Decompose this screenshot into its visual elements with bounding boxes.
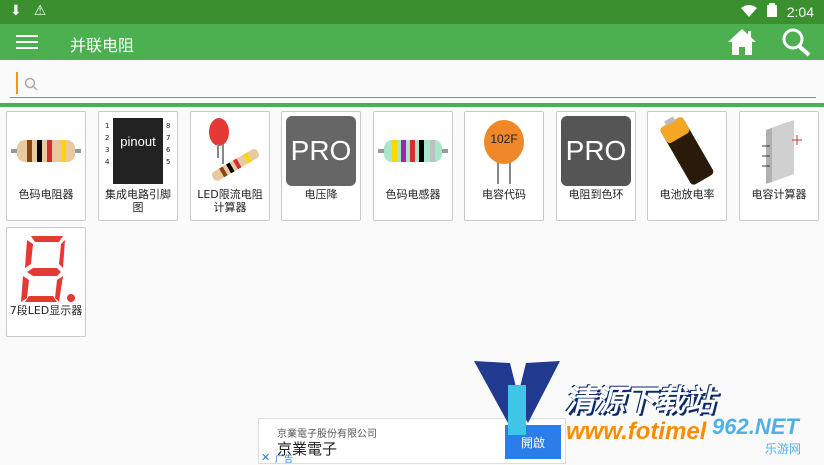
search-row (0, 60, 824, 106)
capacitor-calc-icon (744, 116, 814, 186)
tile-label: 电容代码 (482, 188, 526, 201)
svg-text:1: 1 (105, 122, 109, 130)
ad-close-icon[interactable]: ✕ (261, 451, 270, 464)
home-icon[interactable] (726, 27, 758, 57)
svg-text:5: 5 (166, 158, 170, 166)
search-input[interactable] (44, 72, 804, 94)
watermark-sub: 乐游网 (765, 442, 802, 456)
battery-status-icon (766, 3, 777, 20)
tile-label: 集成电路引脚图 (105, 188, 171, 214)
svg-text:2: 2 (105, 134, 109, 142)
tile-label: 色码电阻器 (18, 188, 74, 201)
tile-battery-discharge[interactable]: 电池放电率 (647, 111, 727, 221)
search-icon[interactable] (780, 27, 812, 57)
pinout-text: pinout (120, 134, 156, 149)
watermark-url: www.fotimel (566, 418, 707, 445)
page-title: 并联电阻 (70, 36, 135, 55)
svg-text:6: 6 (166, 146, 171, 154)
green-divider (0, 103, 824, 107)
pro-badge: PRO (286, 116, 356, 186)
tile-color-code-inductor[interactable]: 色码电感器 (373, 111, 453, 221)
battery-icon (652, 116, 722, 186)
watermark-title: 清源下载站 (565, 385, 715, 418)
warning-icon: ⚠ (33, 3, 47, 19)
tile-label: 电阻到色环 (568, 188, 624, 201)
voltage-drop-icon: PRO (286, 116, 356, 186)
tile-capacitor-code[interactable]: 102F 电容代码 (464, 111, 544, 221)
tile-ic-pinout[interactable]: 1 2 3 4 8 7 6 5 pinout 集成电路引脚图 (98, 111, 178, 221)
svg-text:7: 7 (166, 134, 170, 142)
wifi-icon (740, 4, 757, 20)
tile-label: LED限流电阻计算器 (197, 188, 263, 214)
tile-resistor-to-color[interactable]: PRO 电阻到色环 (556, 111, 636, 221)
svg-text:4: 4 (105, 158, 110, 166)
watermark-num: 962.NET (712, 414, 799, 439)
capacitor-code-text: 102F (490, 132, 518, 146)
tile-led-resistor[interactable]: LED限流电阻计算器 (190, 111, 270, 221)
tile-voltage-drop[interactable]: PRO 电压降 (281, 111, 361, 221)
svg-text:8: 8 (166, 122, 170, 130)
tile-capacitor-calculator[interactable]: 电容计算器 (739, 111, 819, 221)
text-caret (16, 72, 18, 94)
tile-seven-segment[interactable]: 7段LED显示器 (6, 227, 86, 337)
svg-text:3: 3 (105, 146, 109, 154)
clock-time: 2:04 (786, 3, 814, 20)
pro-badge: PRO (561, 116, 631, 186)
resistor-to-color-icon: PRO (561, 116, 631, 186)
tile-label: 色码电感器 (385, 188, 441, 201)
status-bar: ⬇ ⚠ 2:04 (0, 0, 824, 24)
menu-icon[interactable] (16, 31, 38, 53)
tile-label: 电池放电率 (659, 188, 715, 201)
tile-label: 7段LED显示器 (9, 304, 83, 317)
led-resistor-icon (195, 116, 265, 186)
tile-color-code-resistor[interactable]: 色码电阻器 (6, 111, 86, 221)
tile-label: 电容计算器 (751, 188, 807, 201)
search-field[interactable] (10, 68, 816, 98)
ad-label: 广告 (275, 455, 294, 465)
app-bar: 并联电阻 (0, 24, 824, 60)
download-icon: ⬇ (10, 3, 22, 19)
ic-pinout-icon: 1 2 3 4 8 7 6 5 pinout (103, 116, 173, 186)
tile-label: 电压降 (304, 188, 338, 201)
capacitor-code-icon: 102F (469, 116, 539, 186)
search-small-icon (24, 76, 38, 91)
seven-segment-icon (11, 232, 81, 302)
inductor-icon (378, 116, 448, 186)
resistor-icon (11, 116, 81, 186)
